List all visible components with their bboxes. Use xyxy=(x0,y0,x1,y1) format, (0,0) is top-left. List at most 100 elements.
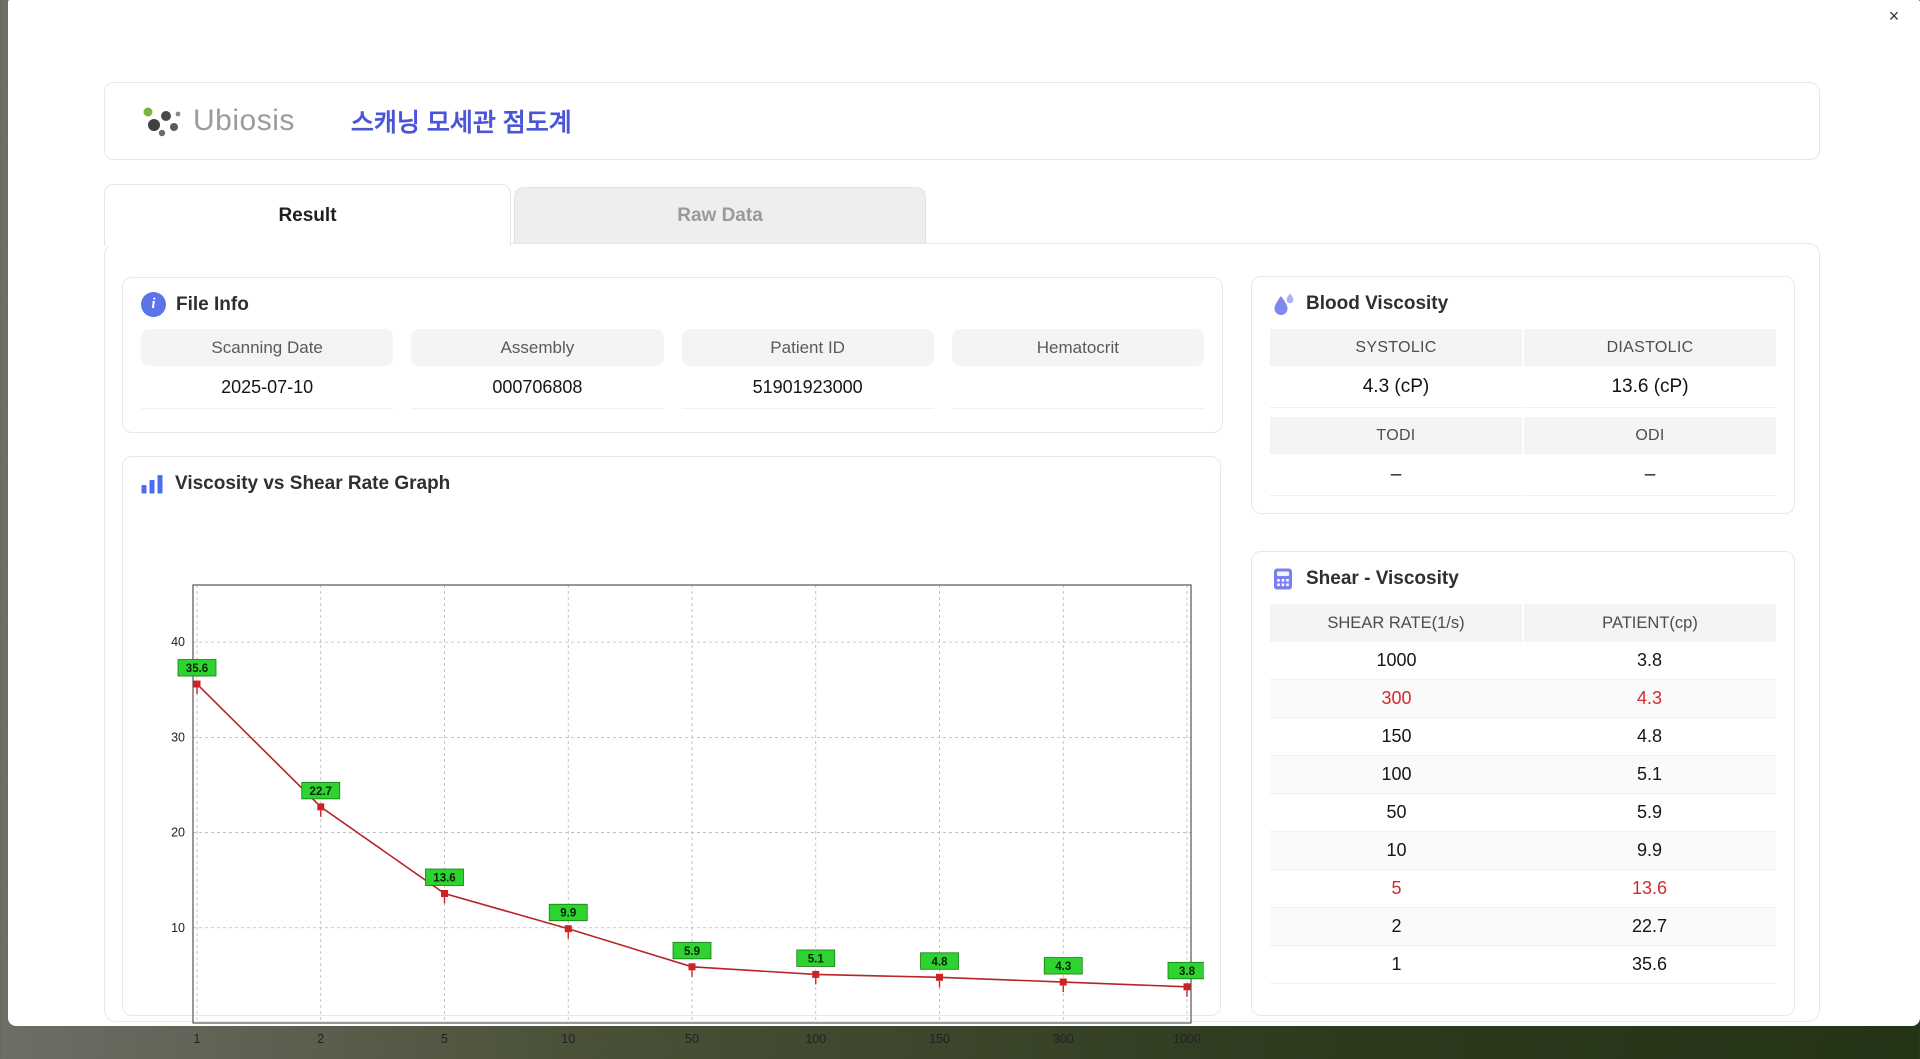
shear-rate-cell: 1 xyxy=(1391,954,1402,974)
svg-text:300: 300 xyxy=(1053,1032,1074,1046)
svg-text:4.3: 4.3 xyxy=(1055,961,1071,973)
ubiosis-logo: Ubiosis xyxy=(139,102,295,140)
shear-rate-cell: 300 xyxy=(1381,688,1412,708)
field-value xyxy=(951,366,1204,409)
patient-cell: 35.6 xyxy=(1631,954,1668,974)
shear-table-row: 300 4.3 xyxy=(1270,680,1776,718)
bv-value-systolic: 4.3 (cP) xyxy=(1270,366,1522,408)
shear-rate-cell: 2 xyxy=(1391,916,1402,936)
tab-raw-data[interactable]: Raw Data xyxy=(514,187,926,243)
shear-table-row: 5 13.6 xyxy=(1270,870,1776,908)
field-label: Assembly xyxy=(411,329,664,366)
calculator-icon xyxy=(1274,568,1292,590)
field-scanning-date: Scanning Date 2025-07-10 xyxy=(141,329,394,409)
page-title: 스캐닝 모세관 점도계 xyxy=(350,109,572,137)
shear-rate-cell: 5 xyxy=(1391,878,1402,898)
svg-text:4.8: 4.8 xyxy=(932,956,949,968)
file-info-card: i File Info Scanning Date 2025-07-10 Ass… xyxy=(122,277,1223,433)
shear-viscosity-header: Shear - Viscosity xyxy=(1270,566,1776,592)
field-value: 2025-07-10 xyxy=(141,366,394,409)
svg-text:3.8: 3.8 xyxy=(1179,966,1196,978)
field-value: 51901923000 xyxy=(681,366,934,409)
bv-value-row-2: – – xyxy=(1270,454,1776,496)
tab-raw-data-label: Raw Data xyxy=(677,204,763,226)
patient-cell: 4.3 xyxy=(1636,688,1663,708)
bv-header-odi: ODI xyxy=(1524,417,1776,454)
bv-header-row-2: TODI ODI xyxy=(1270,417,1776,454)
patient-cell: 22.7 xyxy=(1631,916,1668,936)
svg-text:5: 5 xyxy=(441,1032,448,1046)
svg-text:10: 10 xyxy=(561,1032,575,1046)
field-assembly: Assembly 000706808 xyxy=(411,329,664,409)
patient-cell: 4.8 xyxy=(1636,726,1663,746)
blood-viscosity-header: Blood Viscosity xyxy=(1270,291,1776,317)
info-icon: i xyxy=(141,292,166,317)
shear-rate-cell: 1000 xyxy=(1376,650,1417,670)
svg-text:13.6: 13.6 xyxy=(433,873,455,885)
patient-cell: 13.6 xyxy=(1631,878,1668,898)
bv-value-diastolic: 13.6 (cP) xyxy=(1524,366,1776,408)
bv-header-systolic: SYSTOLIC xyxy=(1270,329,1522,366)
shear-col-rate: SHEAR RATE(1/s) xyxy=(1270,604,1522,642)
bv-value-row-1: 4.3 (cP) 13.6 (cP) xyxy=(1270,366,1776,408)
shear-table-row: 2 22.7 xyxy=(1270,908,1776,946)
bv-header-row-1: SYSTOLIC DIASTOLIC xyxy=(1270,329,1776,366)
svg-text:40: 40 xyxy=(171,635,185,649)
tab-result-label: Result xyxy=(278,204,337,226)
shear-table-row: 10 9.9 xyxy=(1270,832,1776,870)
svg-text:35.6: 35.6 xyxy=(186,663,208,675)
shear-viscosity-title: Shear - Viscosity xyxy=(1306,568,1459,589)
tab-result[interactable]: Result xyxy=(104,184,511,246)
viscosity-graph-card: Viscosity vs Shear Rate Graph 10 20 30 40 35… xyxy=(122,456,1221,1046)
bv-value-odi: – xyxy=(1524,454,1776,496)
field-hematocrit: Hematocrit xyxy=(951,329,1204,409)
shear-rate-cell: 100 xyxy=(1381,764,1412,784)
shear-table-row: 50 5.9 xyxy=(1270,794,1776,832)
svg-text:1: 1 xyxy=(194,1032,201,1046)
droplets-icon xyxy=(1274,293,1294,315)
field-patient-id: Patient ID 51901923000 xyxy=(681,329,934,409)
field-label: Scanning Date xyxy=(141,329,394,366)
file-info-title: File Info xyxy=(176,293,249,315)
viscosity-chart: 10 20 30 40 35.6 22.7 13.6 9.9 5.9 5.1 4.8 4.3 3.8 1 2… xyxy=(139,509,1207,1059)
svg-text:150: 150 xyxy=(929,1032,950,1046)
svg-text:1000: 1000 xyxy=(1173,1032,1201,1046)
blood-viscosity-title: Blood Viscosity xyxy=(1306,293,1449,314)
field-label: Hematocrit xyxy=(951,329,1204,366)
svg-text:30: 30 xyxy=(171,730,185,744)
file-info-fields: Scanning Date 2025-07-10 Assembly 000706… xyxy=(141,329,1204,409)
graph-title: Viscosity vs Shear Rate Graph xyxy=(175,473,451,494)
shear-table-row: 1000 3.8 xyxy=(1270,642,1776,680)
shear-col-patient: PATIENT(cp) xyxy=(1524,604,1776,642)
blood-viscosity-card: Blood Viscosity SYSTOLIC DIASTOLIC 4.3 (… xyxy=(1251,276,1795,514)
logo-text: Ubiosis xyxy=(193,104,295,137)
field-label: Patient ID xyxy=(681,329,934,366)
shear-table-row: 150 4.8 xyxy=(1270,718,1776,756)
patient-cell: 3.8 xyxy=(1636,650,1663,670)
svg-text:10: 10 xyxy=(171,921,185,935)
svg-text:9.9: 9.9 xyxy=(560,908,576,920)
shear-table-header: SHEAR RATE(1/s) PATIENT(cp) xyxy=(1270,604,1776,642)
svg-text:20: 20 xyxy=(171,826,185,840)
patient-cell: 5.1 xyxy=(1636,764,1663,784)
header-card: Ubiosis 스캐닝 모세관 점도계 xyxy=(104,82,1820,160)
bv-header-todi: TODI xyxy=(1270,417,1522,454)
svg-text:5.9: 5.9 xyxy=(684,946,700,958)
bv-header-diastolic: DIASTOLIC xyxy=(1524,329,1776,366)
svg-text:100: 100 xyxy=(805,1032,826,1046)
shear-rate-cell: 50 xyxy=(1386,802,1407,822)
bar-chart-icon xyxy=(141,475,163,494)
graph-header: Viscosity vs Shear Rate Graph xyxy=(139,471,1204,497)
close-icon[interactable]: × xyxy=(1882,4,1906,28)
shear-table-row: 100 5.1 xyxy=(1270,756,1776,794)
shear-viscosity-card: Shear - Viscosity SHEAR RATE(1/s) PATIEN… xyxy=(1251,551,1795,1016)
svg-text:2: 2 xyxy=(317,1032,324,1046)
shear-rate-cell: 10 xyxy=(1386,840,1407,860)
shear-table-row: 1 35.6 xyxy=(1270,946,1776,984)
shear-table-body: 1000 3.8 300 4.3 150 4.8 100 5.1 50 5.9 … xyxy=(1270,642,1776,984)
patient-cell: 5.9 xyxy=(1636,802,1663,822)
shear-rate-cell: 150 xyxy=(1381,726,1412,746)
svg-text:22.7: 22.7 xyxy=(310,786,332,798)
field-value: 000706808 xyxy=(411,366,664,409)
